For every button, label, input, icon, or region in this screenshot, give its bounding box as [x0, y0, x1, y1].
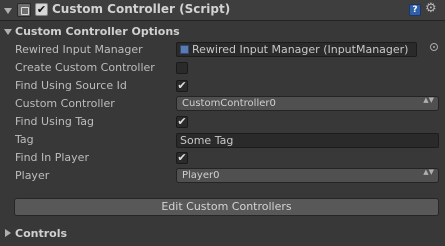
custom-controller-label: Custom Controller: [15, 97, 115, 110]
controls-section-title[interactable]: Controls: [15, 227, 67, 240]
find-using-tag-label: Find Using Tag: [15, 115, 94, 128]
tag-input[interactable]: Some Tag: [176, 133, 439, 148]
rewired-input-manager-label: Rewired Input Manager: [15, 43, 143, 56]
input-manager-object-icon: [180, 45, 189, 54]
find-using-source-id-label: Find Using Source Id: [15, 79, 127, 92]
component-title: Custom Controller (Script): [52, 2, 231, 16]
custom-controller-dropdown[interactable]: CustomController0 ▲▼: [176, 96, 439, 111]
gear-icon[interactable]: ⚙: [425, 2, 437, 16]
chevron-down-icon[interactable]: [4, 8, 12, 14]
chevron-down-icon[interactable]: [4, 29, 12, 35]
create-custom-controller-checkbox[interactable]: [176, 62, 188, 74]
help-icon[interactable]: ?: [409, 4, 421, 16]
rewired-input-manager-value: Rewired Input Manager (InputManager): [192, 43, 409, 56]
script-icon: [17, 3, 31, 17]
edit-custom-controllers-button[interactable]: Edit Custom Controllers: [14, 198, 439, 216]
dropdown-arrows-icon: ▲▼: [423, 96, 434, 104]
player-label: Player: [15, 169, 50, 182]
chevron-right-icon[interactable]: [5, 229, 11, 237]
options-section-title[interactable]: Custom Controller Options: [15, 25, 180, 38]
custom-controller-value: CustomController0: [182, 98, 276, 109]
component-header: ✔ Custom Controller (Script) ? ⚙: [0, 0, 445, 21]
find-in-player-checkbox[interactable]: ✔: [176, 152, 188, 164]
object-picker-icon[interactable]: [430, 43, 438, 51]
player-dropdown[interactable]: Player0 ▲▼: [176, 168, 439, 183]
find-using-tag-checkbox[interactable]: ✔: [176, 116, 188, 128]
find-in-player-label: Find In Player: [15, 151, 89, 164]
create-custom-controller-label: Create Custom Controller: [15, 61, 155, 74]
find-using-source-id-checkbox[interactable]: ✔: [176, 80, 188, 92]
tag-label: Tag: [15, 133, 34, 146]
component-enabled-checkbox[interactable]: ✔: [35, 3, 48, 16]
dropdown-arrows-icon: ▲▼: [423, 168, 434, 176]
player-value: Player0: [182, 170, 220, 181]
rewired-input-manager-field[interactable]: Rewired Input Manager (InputManager): [176, 42, 417, 57]
